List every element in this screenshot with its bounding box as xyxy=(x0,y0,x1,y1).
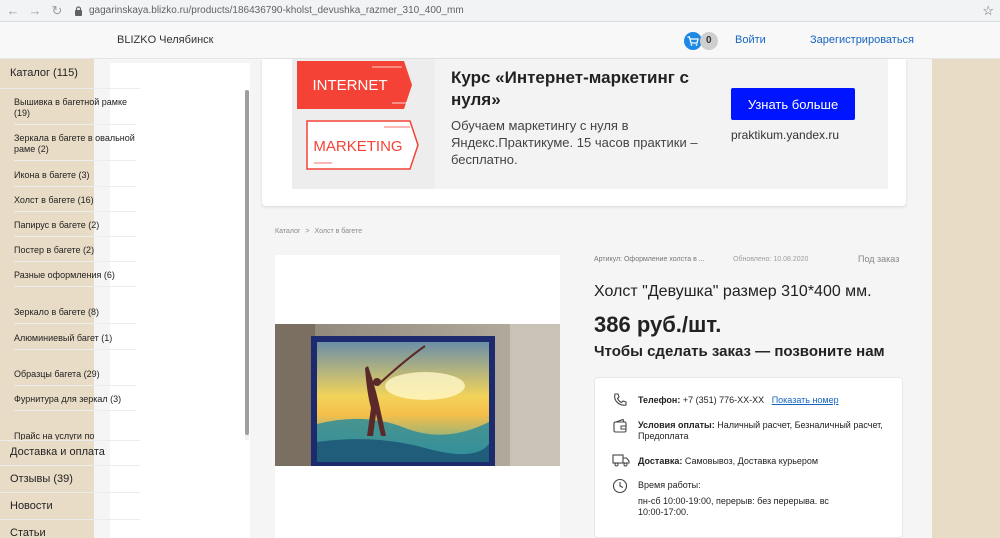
sidebar-item-articles[interactable]: Статьи xyxy=(0,521,140,538)
login-link[interactable]: Войти xyxy=(735,34,766,46)
ad-domain[interactable]: praktikum.yandex.ru xyxy=(731,128,839,142)
ad-image-word-marketing: MARKETING xyxy=(313,138,402,155)
sidebar-subitem[interactable]: Зеркало в багете (8) xyxy=(14,307,136,324)
reload-icon[interactable]: ↻ xyxy=(48,2,66,20)
browser-toolbar: ← → ↻ gagarinskaya.blizko.ru/products/18… xyxy=(0,0,1000,22)
cart-button[interactable]: 0 xyxy=(684,32,718,50)
sidebar-subitem[interactable]: Образцы багета (29) xyxy=(14,369,136,386)
product-article: Артикул: Оформление холста в ... xyxy=(594,256,705,263)
back-arrow-icon[interactable]: ← xyxy=(4,2,22,20)
brand-name[interactable]: BLIZKO Челябинск xyxy=(117,34,213,46)
sidebar-scrollbar-thumb[interactable] xyxy=(245,90,249,435)
address-bar[interactable]: gagarinskaya.blizko.ru/products/18643679… xyxy=(74,5,464,16)
sidebar-subitem[interactable]: Алюминиевый багет (1) xyxy=(14,333,136,350)
sidebar-subitem[interactable]: Холст в багете (16) xyxy=(14,195,136,212)
breadcrumb-catalog-link[interactable]: Каталог xyxy=(275,228,300,235)
sidebar-subitem[interactable]: Фурнитура для зеркал (3) xyxy=(14,394,136,411)
sidebar-subitem[interactable]: Икона в багете (3) xyxy=(14,170,136,187)
show-number-link[interactable]: Показать номер xyxy=(772,395,839,405)
ad-title[interactable]: Курс «Интернет-маркетинг с нуля» xyxy=(451,67,711,111)
hours-label: Время работы: xyxy=(638,480,701,490)
delivery-label: Доставка: xyxy=(638,456,683,466)
sidebar-item-delivery[interactable]: Доставка и оплата xyxy=(0,440,140,466)
phone-label: Телефон: xyxy=(638,395,681,405)
product-price: 386 руб./шт. xyxy=(594,312,722,337)
product-title: Холст "Девушка" размер 310*400 мм. xyxy=(594,283,872,300)
wallet-icon xyxy=(612,418,630,434)
delivery-row: Доставка: Самовывоз, Доставка курьером xyxy=(638,456,888,467)
sidebar-subitem[interactable]: Зеркала в багете в овальной раме (2) xyxy=(14,133,136,161)
url-text: gagarinskaya.blizko.ru/products/18643679… xyxy=(89,5,464,16)
phone-icon xyxy=(612,392,630,408)
ad-image-word-internet: INTERNET xyxy=(313,77,388,94)
forward-arrow-icon[interactable]: → xyxy=(26,2,44,20)
sidebar-item-catalog[interactable]: Каталог (115) xyxy=(0,67,140,89)
payment-label: Условия оплаты: xyxy=(638,420,715,430)
sidebar-item-reviews[interactable]: Отзывы (39) xyxy=(0,467,140,493)
ad-description: Обучаем маркетингу с нуля в Яндекс.Практ… xyxy=(451,118,698,167)
availability-badge: Под заказ xyxy=(858,254,900,264)
cart-count-badge: 0 xyxy=(700,32,718,50)
call-to-order-text: Чтобы сделать заказ — позвоните нам xyxy=(594,343,885,360)
sidebar-subitem[interactable]: Постер в багете (2) xyxy=(14,245,136,262)
ad-image[interactable]: INTERNET MARKETING xyxy=(292,59,435,189)
ad-learn-more-button[interactable]: Узнать больше xyxy=(731,88,855,120)
phone-row: Телефон: +7 (351) 776-XX-XX Показать ном… xyxy=(638,395,888,406)
product-photo[interactable] xyxy=(275,324,560,466)
bookmark-star-icon[interactable]: ☆ xyxy=(982,3,994,19)
lock-icon xyxy=(74,6,83,16)
clock-icon xyxy=(612,478,630,494)
register-link[interactable]: Зарегистрироваться xyxy=(810,34,914,46)
payment-row: Условия оплаты: Наличный расчет, Безнали… xyxy=(638,420,888,442)
sidebar-subitem[interactable]: Вышивка в багетной рамке (19) xyxy=(14,97,136,125)
truck-icon xyxy=(612,453,630,469)
sidebar-subitem[interactable]: Разные оформления (6) xyxy=(14,270,136,287)
breadcrumb: Каталог > Холст в багете xyxy=(275,228,362,235)
breadcrumb-current[interactable]: Холст в багете xyxy=(315,228,363,235)
delivery-methods: Самовывоз, Доставка курьером xyxy=(684,456,819,466)
product-updated-date: Обновлено: 10.08.2020 xyxy=(733,256,809,263)
breadcrumb-separator: > xyxy=(305,228,310,235)
sidebar-item-news[interactable]: Новости xyxy=(0,494,140,520)
sidebar-subitem[interactable]: Папирус в багете (2) xyxy=(14,220,136,237)
sidebar-subitem[interactable]: Прайс на услуги по xyxy=(14,431,136,440)
phone-number: +7 (351) 776-XX-XX xyxy=(682,395,765,405)
working-hours: пн-сб 10:00-19:00, перерыв: без перерыва… xyxy=(638,496,829,517)
site-header: BLIZKO Челябинск 0 Войти Зарегистрироват… xyxy=(0,22,1000,59)
